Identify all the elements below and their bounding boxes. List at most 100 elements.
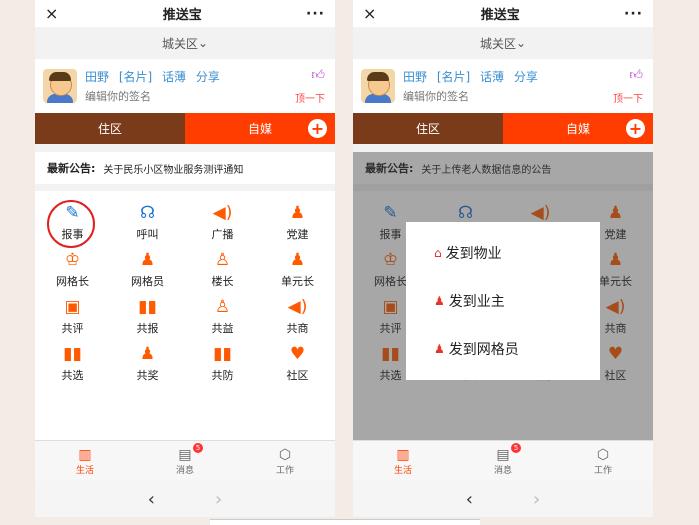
heart-icon: ♥	[289, 344, 306, 364]
location-label: 城关区	[479, 36, 516, 51]
unread-badge: 5	[511, 443, 521, 453]
chevron-down-icon: ⌄	[515, 36, 527, 50]
bump-button[interactable]: 顶一下	[613, 90, 643, 105]
grid-item-label: 共报	[136, 322, 159, 335]
profile-card-link[interactable]: [名片]	[119, 70, 152, 84]
user-icon: ♟	[434, 294, 445, 308]
grid-item[interactable]: ♟ 网格员	[110, 246, 185, 293]
forward-icon[interactable]: ›	[215, 489, 222, 510]
grid-item-label: 楼长	[211, 275, 234, 288]
add-icon[interactable]: +	[626, 119, 645, 138]
grid-item[interactable]: ♥ 社区	[260, 340, 335, 387]
app-title: 推送宝	[162, 8, 202, 23]
nav-item[interactable]: ▤ 消息 5	[135, 441, 235, 481]
profile-name[interactable]: 田野	[403, 70, 427, 84]
grid-item[interactable]: ▮▮ 共防	[185, 340, 260, 387]
profile-card: 田野 [名片] 话薄 分享 编辑你的签名 👍︎ 顶一下	[353, 59, 653, 113]
grid-item[interactable]: ♙ 共益	[185, 293, 260, 340]
location-label: 城关区	[161, 36, 198, 51]
nav-item[interactable]: ⬡ 工作	[553, 441, 653, 481]
thumbs-up-icon[interactable]: 👍︎	[311, 68, 325, 83]
grid-item-label: 共评	[61, 322, 84, 335]
bar-chart-icon: ▮▮	[63, 344, 82, 364]
popup-option[interactable]: ⌂ 发到物业	[406, 229, 600, 277]
thumbs-up-icon[interactable]: 👍︎	[629, 68, 643, 83]
grid-item-label: 党建	[286, 228, 309, 241]
signature-field[interactable]: 编辑你的签名	[403, 88, 544, 104]
phone-screen-left: × 推送宝 ··· 城关区 ⌄ 田野 [名片] 话薄 分享 编辑你的签名 👍︎ …	[35, 0, 335, 517]
close-icon[interactable]: ×	[45, 4, 58, 23]
location-selector[interactable]: 城关区 ⌄	[35, 27, 335, 59]
popup-option-label: 发到网格员	[448, 342, 519, 358]
tab-zhuqu[interactable]: 住区	[35, 113, 185, 144]
grid-item-label: 单元长	[281, 275, 314, 288]
grid-item[interactable]: ♙ 楼长	[185, 246, 260, 293]
calendar-icon: ▣	[64, 297, 81, 317]
grid-item[interactable]: ♟ 单元长	[260, 246, 335, 293]
tab-bar: 住区 自媒 +	[35, 113, 335, 144]
profile-talk-link[interactable]: 话薄	[162, 70, 186, 84]
grid-item-label: 共奖	[136, 369, 159, 382]
tab-zhuqu[interactable]: 住区	[353, 113, 503, 144]
grid-item-label: 呼叫	[136, 228, 159, 241]
more-icon[interactable]: ···	[306, 6, 325, 22]
grid-item[interactable]: ☊ 呼叫	[110, 199, 185, 246]
grid-item-label: 共益	[211, 322, 234, 335]
grid-item-label: 广播	[211, 228, 234, 241]
divider	[210, 519, 480, 525]
avatar[interactable]	[361, 69, 395, 103]
nav-label: 消息	[493, 465, 512, 476]
nav-item[interactable]: ▥ 生活	[35, 441, 135, 481]
notice-label: 最新公告:	[47, 162, 96, 175]
notice-text: 关于民乐小区物业服务测评通知	[103, 164, 244, 176]
grid-item-label: 网格长	[56, 275, 89, 288]
trophy-icon: ♔	[64, 250, 81, 270]
bump-button[interactable]: 顶一下	[295, 90, 325, 105]
nav-icon: ▥	[78, 446, 92, 463]
popup-option[interactable]: ♟ 发到业主	[406, 277, 600, 325]
nav-icon: ⬡	[596, 446, 610, 463]
profile-card: 田野 [名片] 话薄 分享 编辑你的签名 👍︎ 顶一下	[35, 59, 335, 113]
profile-share-link[interactable]: 分享	[514, 70, 538, 84]
close-icon[interactable]: ×	[363, 4, 376, 23]
nav-item[interactable]: ▤ 消息 5	[453, 441, 553, 481]
nav-item[interactable]: ⬡ 工作	[235, 441, 335, 481]
people-icon: ♟	[289, 250, 306, 270]
signature-field[interactable]: 编辑你的签名	[85, 88, 226, 104]
tab-bar: 住区 自媒 +	[353, 113, 653, 144]
profile-card-link[interactable]: [名片]	[437, 70, 470, 84]
grid-item[interactable]: ♟ 共奖	[110, 340, 185, 387]
grid-item[interactable]: ♔ 网格长	[35, 246, 110, 293]
grid-item[interactable]: ▣ 共评	[35, 293, 110, 340]
grid-item[interactable]: ▮▮ 共选	[35, 340, 110, 387]
notice-bar[interactable]: 最新公告: 关于民乐小区物业服务测评通知	[35, 152, 335, 184]
back-icon[interactable]: ‹	[466, 489, 473, 510]
grid-item[interactable]: ♟ 党建	[260, 199, 335, 246]
profile-share-link[interactable]: 分享	[196, 70, 220, 84]
grid-item[interactable]: ◀) 共商	[260, 293, 335, 340]
more-icon[interactable]: ···	[624, 6, 643, 22]
forward-icon[interactable]: ›	[533, 489, 540, 510]
back-icon[interactable]: ‹	[148, 489, 155, 510]
grid-item-label: 社区	[286, 369, 309, 382]
profile-name[interactable]: 田野	[85, 70, 109, 84]
location-selector[interactable]: 城关区 ⌄	[353, 27, 653, 59]
nav-item[interactable]: ▥ 生活	[353, 441, 453, 481]
popup-option[interactable]: ♟ 发到网格员	[406, 325, 600, 373]
unread-badge: 5	[193, 443, 203, 453]
grid-item[interactable]: ✎ 报事	[35, 199, 110, 248]
grid-item[interactable]: ◀) 广播	[185, 199, 260, 246]
send-to-popup: ⌂ 发到物业 ♟ 发到业主 ♟ 发到网格员	[406, 222, 600, 380]
grid-item[interactable]: ▮▮ 共报	[110, 293, 185, 340]
nav-icon: ⬡	[278, 446, 292, 463]
group-icon: ♟	[139, 344, 156, 364]
grid-item-label: 共防	[211, 369, 234, 382]
profile-talk-link[interactable]: 话薄	[480, 70, 504, 84]
nav-icon: ▤	[496, 446, 510, 463]
highlight-circle	[47, 200, 95, 248]
people-icon: ♟	[139, 250, 156, 270]
add-icon[interactable]: +	[308, 119, 327, 138]
user-icon: ♙	[214, 250, 231, 270]
avatar[interactable]	[43, 69, 77, 103]
user-edit-icon: ♙	[214, 297, 231, 317]
